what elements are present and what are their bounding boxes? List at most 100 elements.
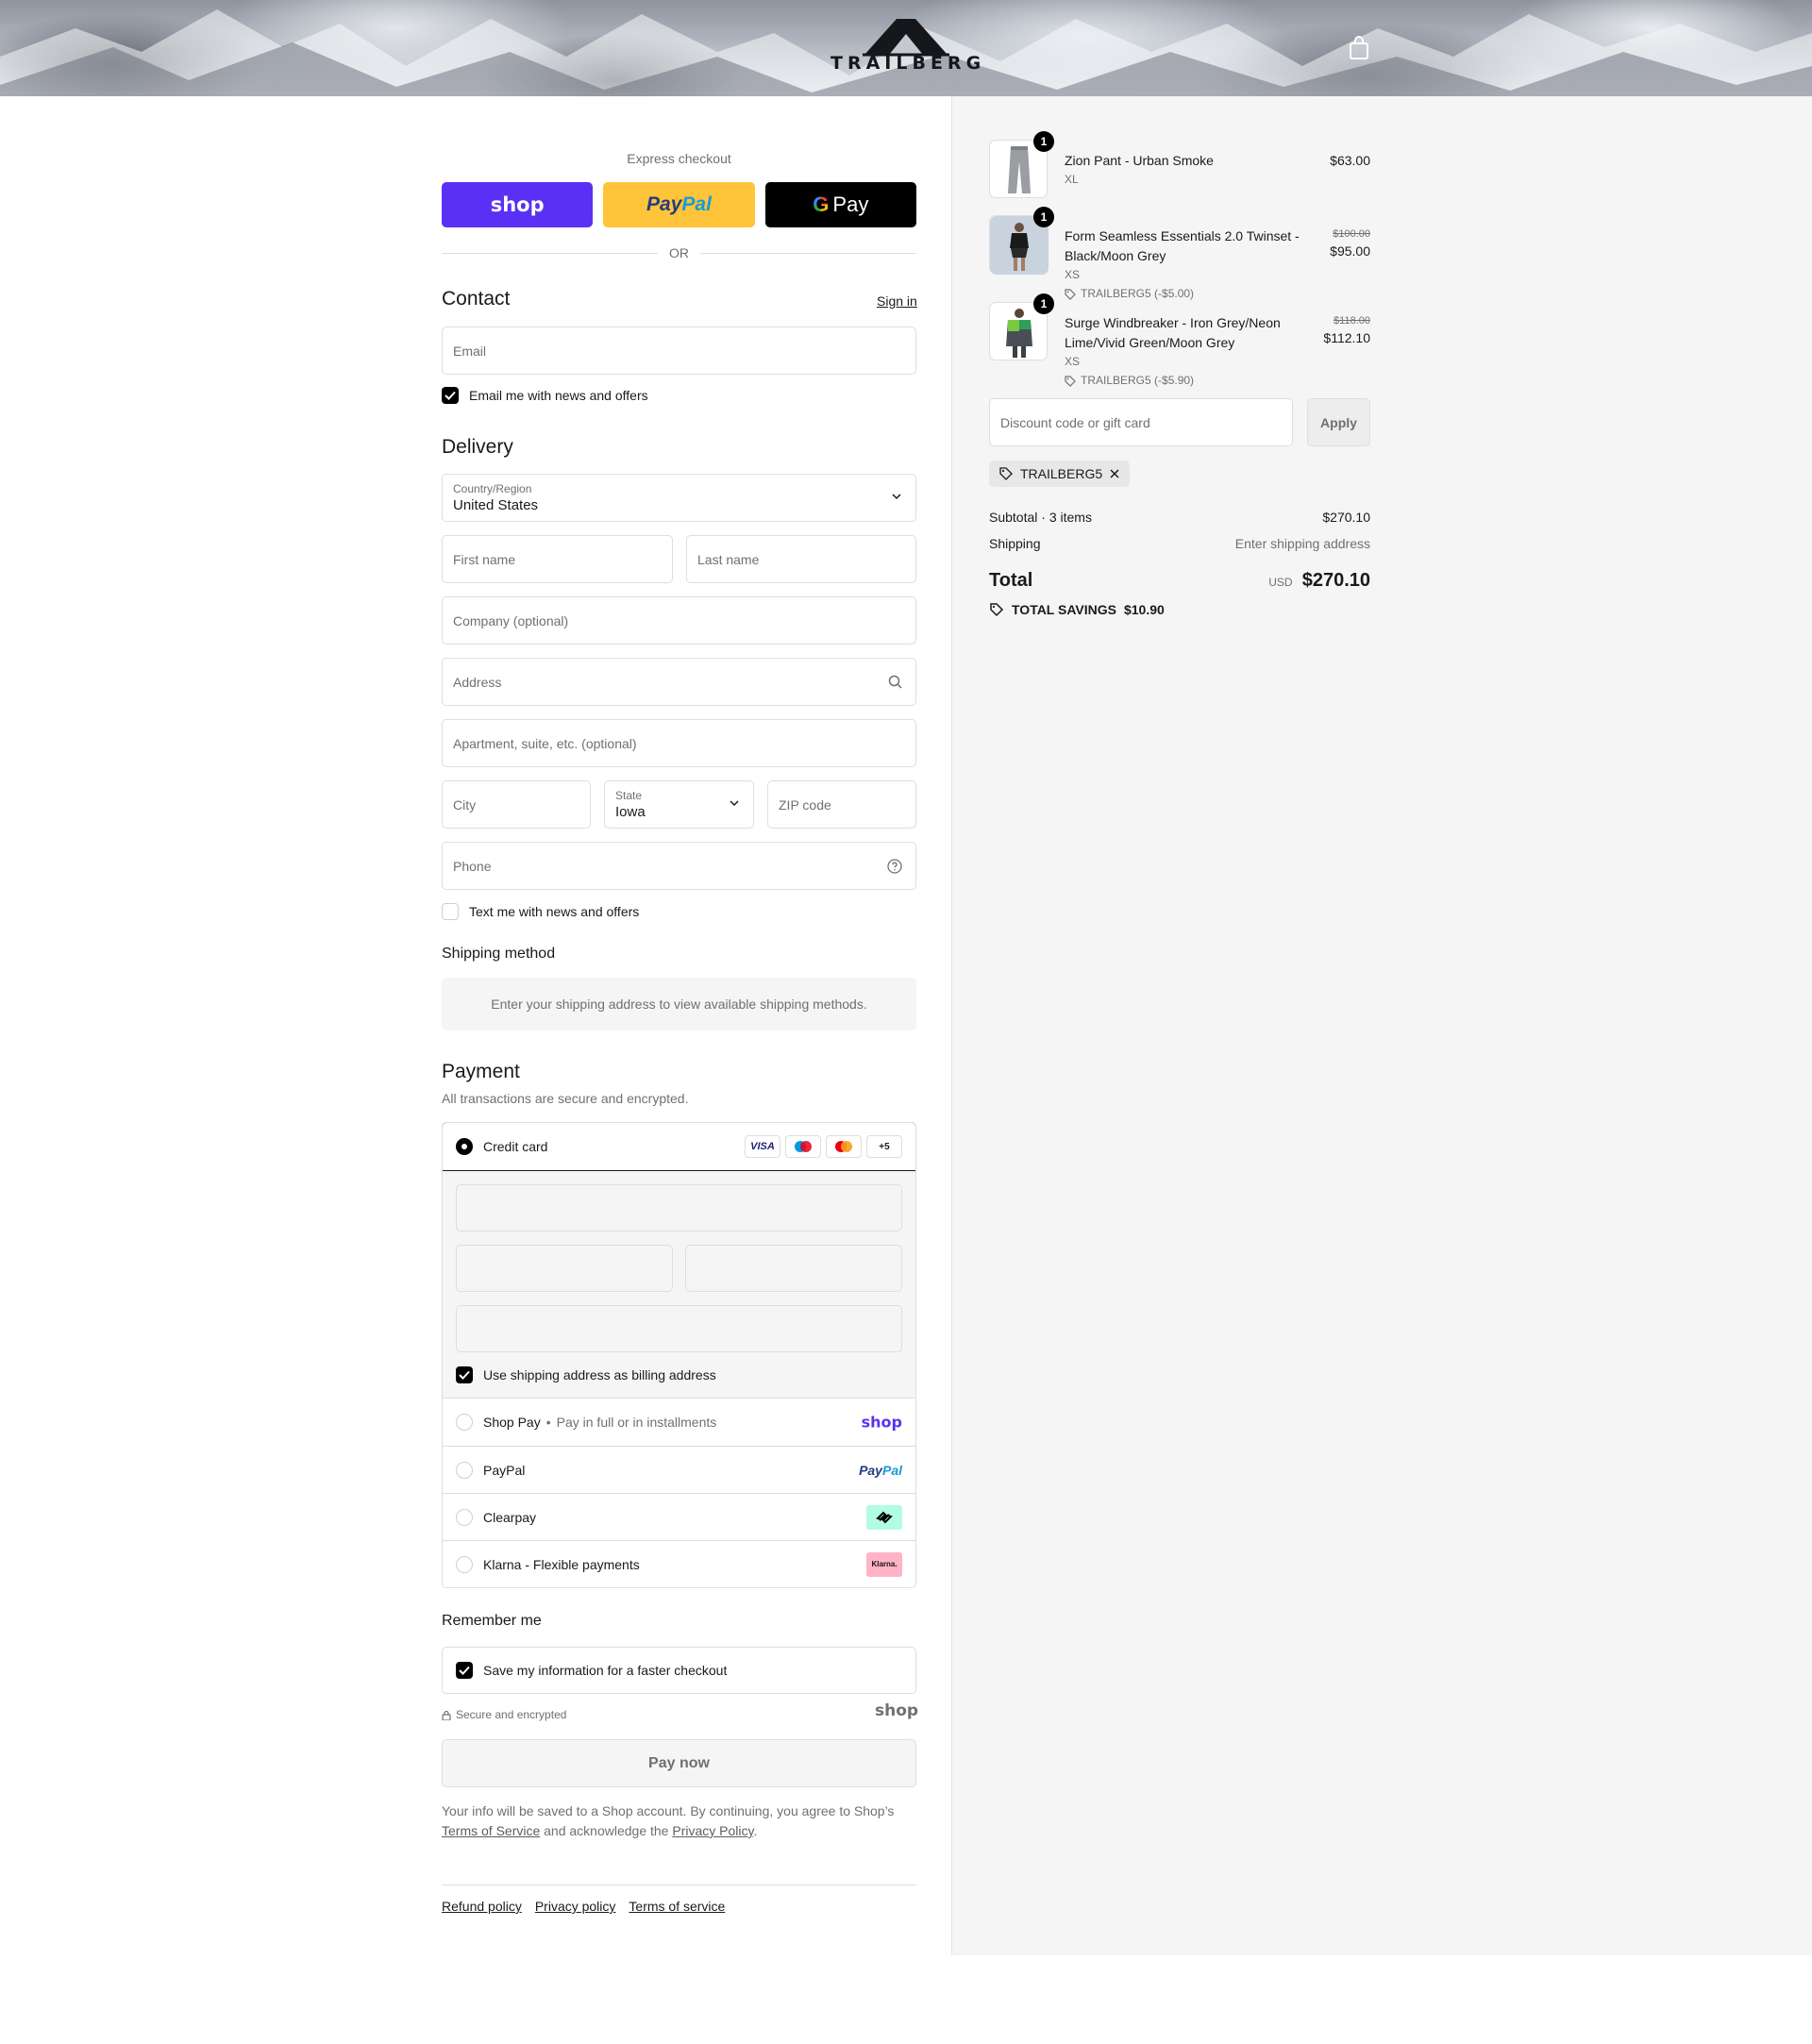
card-cvv-field[interactable]: [685, 1245, 902, 1292]
total-label: Total: [989, 570, 1033, 591]
total-row: Total USD $270.10: [989, 570, 1370, 592]
zip-field[interactable]: ZIP code: [767, 780, 916, 829]
chevron-down-icon: [892, 494, 901, 500]
item-name: Zion Pant - Urban Smoke: [1065, 153, 1214, 168]
item-discount: TRAILBERG5 (-$5.90): [1065, 371, 1300, 391]
privacy-policy-link[interactable]: Privacy Policy: [672, 1823, 753, 1838]
email-field[interactable]: Email: [442, 327, 916, 375]
total-savings-value: $10.90: [1123, 602, 1165, 617]
shop-pay-express-button[interactable]: shop: [442, 182, 594, 227]
line-item: 1 Surge Windbreaker - Iron Grey/Neon Lim…: [989, 293, 1370, 387]
footer-privacy-policy-link[interactable]: Privacy policy: [535, 1899, 616, 1914]
mountain-logo-icon: [863, 19, 949, 57]
payment-option-klarna[interactable]: Klarna - Flexible payments Klarna.: [443, 1540, 915, 1587]
shipping-method-heading: Shipping method: [442, 946, 556, 962]
klarna-radio[interactable]: [456, 1555, 473, 1573]
email-offers-checkbox[interactable]: [442, 387, 459, 404]
item-name: Surge Windbreaker - Iron Grey/Neon Lime/…: [1065, 315, 1281, 350]
total-savings-label: TOTAL SAVINGS: [1012, 602, 1116, 617]
footer-terms-of-service-link[interactable]: Terms of service: [629, 1899, 725, 1914]
quantity-badge: 1: [1033, 207, 1054, 227]
item-info: Zion Pant - Urban Smoke XL: [1065, 151, 1300, 188]
legal-text-3: .: [753, 1823, 758, 1838]
refund-policy-link[interactable]: Refund policy: [442, 1899, 522, 1914]
shipping-label: Shipping: [989, 536, 1041, 551]
payment-option-shop-pay[interactable]: Shop Pay • Pay in full or in installment…: [443, 1399, 915, 1446]
item-price-block: $118.00 $112.10: [1323, 313, 1370, 347]
last-name-field[interactable]: Last name: [686, 535, 916, 583]
divider-line: [442, 252, 658, 254]
shipping-row: Shipping Enter shipping address: [989, 536, 1370, 551]
card-name-field[interactable]: [456, 1305, 902, 1352]
payment-heading: Payment: [442, 1061, 520, 1082]
contact-heading: Contact: [442, 288, 511, 310]
card-expiry-field[interactable]: [456, 1245, 673, 1292]
payment-option-credit-card[interactable]: Credit card VISA +5: [443, 1123, 915, 1171]
remove-discount-button[interactable]: [1109, 468, 1120, 479]
address-field[interactable]: Address: [442, 658, 916, 706]
paypal-express-button[interactable]: Pay Pal: [603, 182, 755, 227]
close-icon: [1110, 469, 1119, 478]
first-name-placeholder: First name: [453, 551, 516, 567]
billing-same-checkbox[interactable]: [456, 1366, 473, 1383]
save-info-checkbox-row[interactable]: Save my information for a faster checkou…: [442, 1647, 916, 1694]
cart-button[interactable]: [1348, 36, 1370, 60]
footer-links: Refund policy Privacy policy Terms of se…: [442, 1899, 725, 1914]
apply-discount-button[interactable]: Apply: [1307, 398, 1370, 446]
state-select[interactable]: State Iowa: [604, 780, 754, 829]
help-circle-icon[interactable]: [887, 859, 902, 874]
brand-logo[interactable]: TRAILBERG: [830, 15, 982, 81]
visa-icon: VISA: [745, 1135, 780, 1158]
subtotal-label: Subtotal · 3 items: [989, 510, 1092, 525]
credit-card-form: Use shipping address as billing address: [443, 1171, 915, 1399]
or-label: OR: [669, 245, 689, 260]
shipping-value: Enter shipping address: [1234, 536, 1370, 551]
checkmark-icon: [459, 1666, 470, 1675]
quantity-badge: 1: [1033, 131, 1054, 152]
item-discount-label: TRAILBERG5 (-$5.00): [1081, 287, 1195, 300]
card-number-field[interactable]: [456, 1184, 902, 1231]
country-select[interactable]: Country/Region United States: [442, 474, 916, 522]
subtotal-value: $270.10: [1322, 510, 1370, 525]
shipping-method-message: Enter your shipping address to view avai…: [491, 997, 867, 1012]
email-offers-checkbox-row[interactable]: Email me with news and offers: [442, 387, 648, 404]
email-offers-label: Email me with news and offers: [469, 388, 648, 403]
text-offers-label: Text me with news and offers: [469, 904, 640, 919]
save-info-checkbox[interactable]: [456, 1662, 473, 1679]
discount-code-input[interactable]: Discount code or gift card: [989, 398, 1293, 446]
line-item: 1 Zion Pant - Urban Smoke XL $63.00: [989, 131, 1370, 200]
payment-option-paypal[interactable]: PayPal Pay Pal: [443, 1446, 915, 1493]
first-name-field[interactable]: First name: [442, 535, 673, 583]
phone-field[interactable]: Phone: [442, 842, 916, 890]
text-offers-checkbox[interactable]: [442, 903, 459, 920]
shop-pay-logo: shop: [490, 193, 545, 216]
clearpay-radio[interactable]: [456, 1508, 473, 1526]
payment-option-clearpay[interactable]: Clearpay: [443, 1493, 915, 1540]
city-field[interactable]: City: [442, 780, 591, 829]
terms-of-service-link[interactable]: Terms of Service: [442, 1823, 540, 1838]
product-thumbnail: 1: [989, 131, 1054, 198]
apartment-field[interactable]: Apartment, suite, etc. (optional): [442, 719, 916, 767]
city-placeholder: City: [453, 796, 477, 813]
item-original-price: $100.00: [1333, 228, 1370, 240]
paypal-radio[interactable]: [456, 1461, 473, 1479]
paypal-logo-part-2: Pal: [681, 193, 712, 215]
brand-name: TRAILBERG: [830, 53, 986, 74]
line-item: 1 Form Seamless Essentials 2.0 Twinset -…: [989, 207, 1370, 300]
discount-code-placeholder: Discount code or gift card: [1000, 414, 1150, 430]
quantity-badge: 1: [1033, 293, 1054, 314]
shop-pay-radio[interactable]: [456, 1414, 473, 1431]
subtotal-row: Subtotal · 3 items $270.10: [989, 510, 1370, 525]
item-discount-label: TRAILBERG5 (-$5.90): [1081, 374, 1195, 387]
state-value: Iowa: [615, 804, 646, 820]
shop-pay-logo: shop: [861, 1413, 902, 1432]
sign-in-link[interactable]: Sign in: [877, 293, 917, 309]
shop-pay-sublabel: Pay in full or in installments: [556, 1415, 717, 1430]
google-pay-express-button[interactable]: G Pay: [764, 182, 916, 227]
billing-same-checkbox-row[interactable]: Use shipping address as billing address: [456, 1366, 716, 1383]
pay-now-button[interactable]: Pay now: [442, 1739, 916, 1787]
company-field[interactable]: Company (optional): [442, 596, 916, 645]
credit-card-radio[interactable]: [456, 1138, 473, 1155]
google-pay-label: Pay: [832, 193, 869, 216]
text-offers-checkbox-row[interactable]: Text me with news and offers: [442, 903, 639, 920]
